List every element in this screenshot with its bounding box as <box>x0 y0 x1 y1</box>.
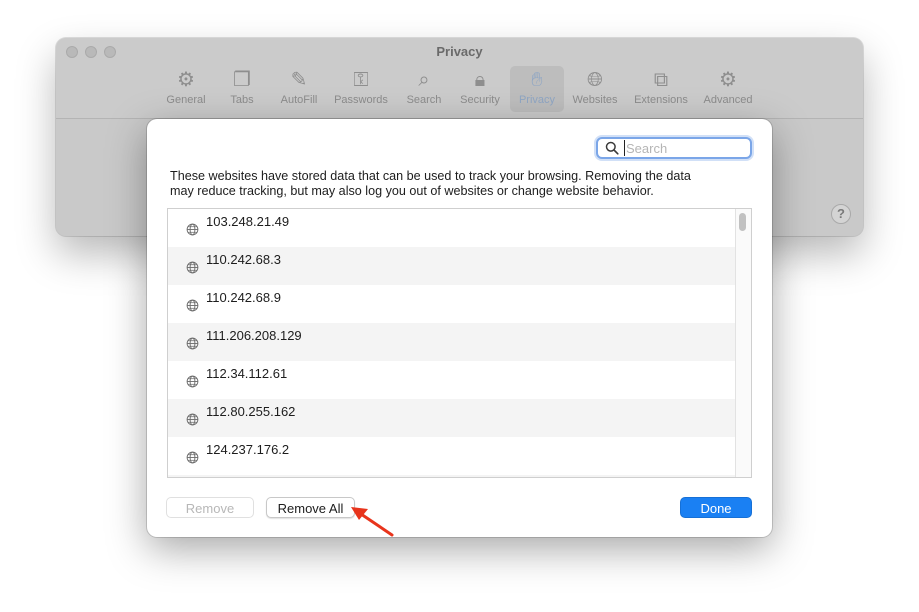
tab-extensions-label: Extensions <box>634 94 688 106</box>
scrollbar-thumb[interactable] <box>739 213 746 231</box>
tab-websites-label: Websites <box>572 94 618 106</box>
tab-tabs[interactable]: ❐ Tabs <box>220 66 264 112</box>
preferences-toolbar: ⚙ General ❐ Tabs ✎ AutoFill ⚿ Passwords … <box>56 66 863 114</box>
tab-passwords[interactable]: ⚿ Passwords <box>330 66 392 112</box>
globe-icon: 🌐︎ <box>587 69 603 91</box>
tab-autofill-label: AutoFill <box>280 94 318 106</box>
pencil-field-icon: ✎ <box>290 69 308 91</box>
list-scrollbar[interactable] <box>735 209 751 477</box>
gears-icon: ⚙ <box>719 69 737 91</box>
tab-advanced-label: Advanced <box>703 94 753 106</box>
search-icon: ⌕ <box>418 69 430 91</box>
globe-icon <box>186 299 199 312</box>
annotation-arrow-icon <box>351 507 394 537</box>
tab-security[interactable]: 🔒︎ Security <box>454 66 506 112</box>
description-text: These websites have stored data that can… <box>170 169 750 199</box>
website-name: 110.242.68.9 <box>206 290 281 305</box>
list-item[interactable]: 112.34.112.61 <box>168 361 736 399</box>
website-name: 111.206.208.129 <box>206 328 302 343</box>
globe-icon <box>186 413 199 426</box>
list-item[interactable]: 103.248.21.49 <box>168 209 736 247</box>
list-item[interactable]: 110.242.68.3 <box>168 247 736 285</box>
remove-all-button[interactable]: Remove All <box>266 497 355 518</box>
tab-search[interactable]: ⌕ Search <box>400 66 448 112</box>
website-name: 110.242.68.3 <box>206 252 281 267</box>
website-list[interactable]: 103.248.21.49 110.242.68.3 110.242.68.9 … <box>167 208 752 478</box>
list-item[interactable]: 111.206.208.129 <box>168 323 736 361</box>
description-line-2: may reduce tracking, but may also log yo… <box>170 184 654 198</box>
list-item[interactable]: 110.242.68.9 <box>168 285 736 323</box>
globe-icon <box>186 261 199 274</box>
tab-tabs-label: Tabs <box>230 94 254 106</box>
website-name: 112.34.112.61 <box>206 366 288 381</box>
tab-general-label: General <box>166 94 206 106</box>
globe-icon <box>186 337 199 350</box>
remove-button[interactable]: Remove <box>166 497 254 518</box>
search-icon <box>605 141 619 155</box>
list-item[interactable]: 112.80.255.162 <box>168 399 736 437</box>
tab-privacy-label: Privacy <box>518 94 556 106</box>
search-input[interactable] <box>624 140 746 156</box>
website-name: 124.237.176.2 <box>206 442 290 457</box>
list-item[interactable]: 124.237.176.2 <box>168 437 736 475</box>
description-line-1: These websites have stored data that can… <box>170 169 691 183</box>
tab-websites[interactable]: 🌐︎ Websites <box>568 66 622 112</box>
website-data-sheet: These websites have stored data that can… <box>147 119 772 537</box>
help-button[interactable]: ? <box>831 204 851 224</box>
website-name: 103.248.21.49 <box>206 214 290 229</box>
globe-icon <box>186 223 199 236</box>
tabs-icon: ❐ <box>233 69 251 91</box>
tab-extensions[interactable]: ⧉ Extensions <box>630 66 692 112</box>
tab-general[interactable]: ⚙ General <box>162 66 210 112</box>
search-field[interactable] <box>596 137 752 159</box>
window-title: Privacy <box>436 44 483 59</box>
tab-advanced[interactable]: ⚙ Advanced <box>700 66 756 112</box>
globe-icon <box>186 375 199 388</box>
list-item-partial[interactable] <box>168 475 736 477</box>
done-button[interactable]: Done <box>680 497 752 518</box>
tab-search-label: Search <box>406 94 442 106</box>
tab-autofill[interactable]: ✎ AutoFill <box>274 66 324 112</box>
tab-security-label: Security <box>460 94 500 106</box>
gear-icon: ⚙ <box>177 69 195 91</box>
window-titlebar: Privacy ⚙ General ❐ Tabs ✎ AutoFill ⚿ Pa… <box>56 38 863 119</box>
hand-icon: ✋︎ <box>531 69 543 91</box>
globe-icon <box>186 451 199 464</box>
tab-privacy[interactable]: ✋︎ Privacy <box>510 66 564 112</box>
website-name: 112.80.255.162 <box>206 404 296 419</box>
tab-passwords-label: Passwords <box>334 94 388 106</box>
lock-icon: 🔒︎ <box>474 69 486 91</box>
key-icon: ⚿ <box>353 69 369 91</box>
puzzle-icon: ⧉ <box>653 69 669 91</box>
